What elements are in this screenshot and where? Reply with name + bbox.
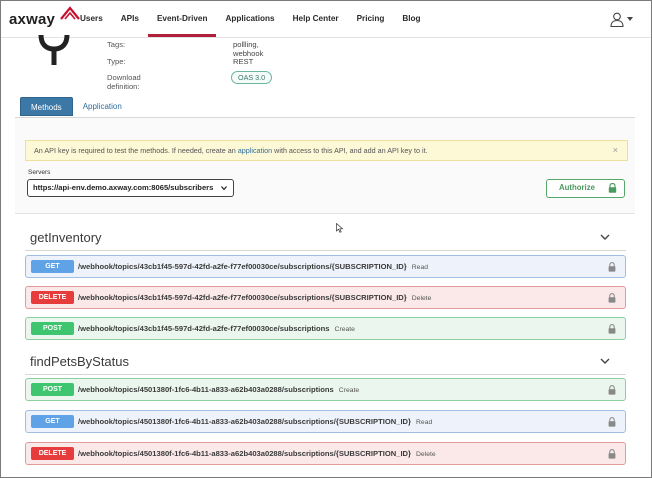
- operation-summary: Read: [411, 264, 428, 271]
- lock-icon: [608, 183, 617, 193]
- alert-application-link[interactable]: application: [238, 146, 272, 155]
- method-badge: GET: [31, 415, 74, 428]
- methods-panel: [15, 118, 635, 214]
- operation-row[interactable]: POST /webhook/topics/4501380f-1fc6-4b11-…: [25, 378, 626, 401]
- operation-summary: Delete: [411, 295, 432, 302]
- tags-label: Tags:: [107, 40, 126, 49]
- axway-logo[interactable]: axway: [9, 6, 80, 30]
- nav-item-pricing[interactable]: Pricing: [348, 1, 394, 37]
- method-badge: DELETE: [31, 447, 74, 460]
- chevron-down-icon[interactable]: [600, 358, 610, 364]
- download-oas-link[interactable]: OAS 3.0: [231, 71, 273, 84]
- operation-row[interactable]: DELETE /webhook/topics/4501380f-1fc6-4b1…: [25, 442, 626, 465]
- operation-summary: Create: [338, 387, 360, 394]
- method-badge: DELETE: [31, 291, 74, 304]
- api-logo-icon: [38, 35, 70, 65]
- mouse-cursor-icon: [336, 223, 344, 233]
- lock-icon[interactable]: [608, 262, 616, 272]
- browser-frame: axway Users APIs Event-Driven Applicatio…: [0, 0, 652, 478]
- type-value: REST: [233, 57, 254, 66]
- group-divider: [25, 374, 626, 375]
- nav-item-applications[interactable]: Applications: [216, 1, 283, 37]
- nav-item-event-driven[interactable]: Event-Driven: [147, 1, 217, 37]
- operation-summary: Read: [416, 419, 433, 426]
- lock-icon[interactable]: [608, 324, 616, 334]
- chevron-down-icon[interactable]: [600, 234, 610, 240]
- group-title-getinventory[interactable]: getInventory: [30, 230, 102, 245]
- nav-item-apis[interactable]: APIs: [112, 1, 148, 37]
- user-icon[interactable]: [610, 12, 624, 27]
- lock-icon[interactable]: [608, 293, 616, 303]
- operation-row[interactable]: GET /webhook/topics/4501380f-1fc6-4b11-a…: [25, 410, 626, 433]
- tags-value: pollling, webhook: [233, 40, 264, 58]
- operation-path: /webhook/topics/4501380f-1fc6-4b11-a833-…: [78, 417, 433, 426]
- operation-path: /webhook/topics/43cb1f45-597d-42fd-a2fe-…: [78, 324, 355, 333]
- tab-methods[interactable]: Methods: [20, 97, 73, 116]
- lock-icon[interactable]: [608, 385, 616, 395]
- group-divider: [25, 250, 626, 251]
- nav-item-help-center[interactable]: Help Center: [284, 1, 348, 37]
- operation-path: /webhook/topics/4501380f-1fc6-4b11-a833-…: [78, 385, 360, 394]
- nav-item-blog[interactable]: Blog: [393, 1, 429, 37]
- servers-select[interactable]: https://api-env.demo.axway.com:8065/subs…: [27, 179, 234, 197]
- nav-menu: Users APIs Event-Driven Applications Hel…: [71, 1, 430, 37]
- download-label: Download definition:: [107, 73, 141, 91]
- method-badge: GET: [31, 260, 74, 273]
- operation-path: /webhook/topics/43cb1f45-597d-42fd-a2fe-…: [78, 293, 432, 302]
- servers-label: Servers: [28, 169, 51, 176]
- type-label: Type:: [107, 57, 126, 66]
- operation-summary: Delete: [416, 451, 436, 458]
- top-navigation: axway Users APIs Event-Driven Applicatio…: [1, 1, 651, 38]
- chevron-down-icon: [221, 186, 227, 191]
- operation-row[interactable]: DELETE /webhook/topics/43cb1f45-597d-42f…: [25, 286, 626, 309]
- operation-summary: Create: [334, 326, 355, 333]
- api-key-alert: An API key is required to test the metho…: [25, 140, 628, 161]
- operation-row[interactable]: GET /webhook/topics/43cb1f45-597d-42fd-a…: [25, 255, 626, 278]
- tab-bar: Methods Application: [20, 97, 132, 118]
- authorize-button[interactable]: Authorize: [546, 179, 625, 198]
- lock-icon[interactable]: [608, 449, 616, 459]
- user-menu-caret-icon[interactable]: [627, 17, 633, 21]
- operation-path: /webhook/topics/43cb1f45-597d-42fd-a2fe-…: [78, 262, 428, 271]
- logo-text: axway: [9, 10, 56, 28]
- alert-text-after: with access to this API, and add an API …: [274, 146, 428, 155]
- lock-icon[interactable]: [608, 417, 616, 427]
- tab-application[interactable]: Application: [73, 97, 132, 116]
- method-badge: POST: [31, 383, 74, 396]
- operation-path: /webhook/topics/4501380f-1fc6-4b11-a833-…: [78, 449, 436, 458]
- servers-selected-value: https://api-env.demo.axway.com:8065/subs…: [33, 183, 214, 192]
- alert-text-before: An API key is required to test the metho…: [34, 146, 236, 155]
- nav-item-users[interactable]: Users: [71, 1, 112, 37]
- authorize-label: Authorize: [559, 183, 595, 192]
- group-title-findpetsbystatus[interactable]: findPetsByStatus: [30, 354, 129, 369]
- method-badge: POST: [31, 322, 74, 335]
- close-icon[interactable]: ×: [613, 141, 618, 160]
- operation-row[interactable]: POST /webhook/topics/43cb1f45-597d-42fd-…: [25, 317, 626, 340]
